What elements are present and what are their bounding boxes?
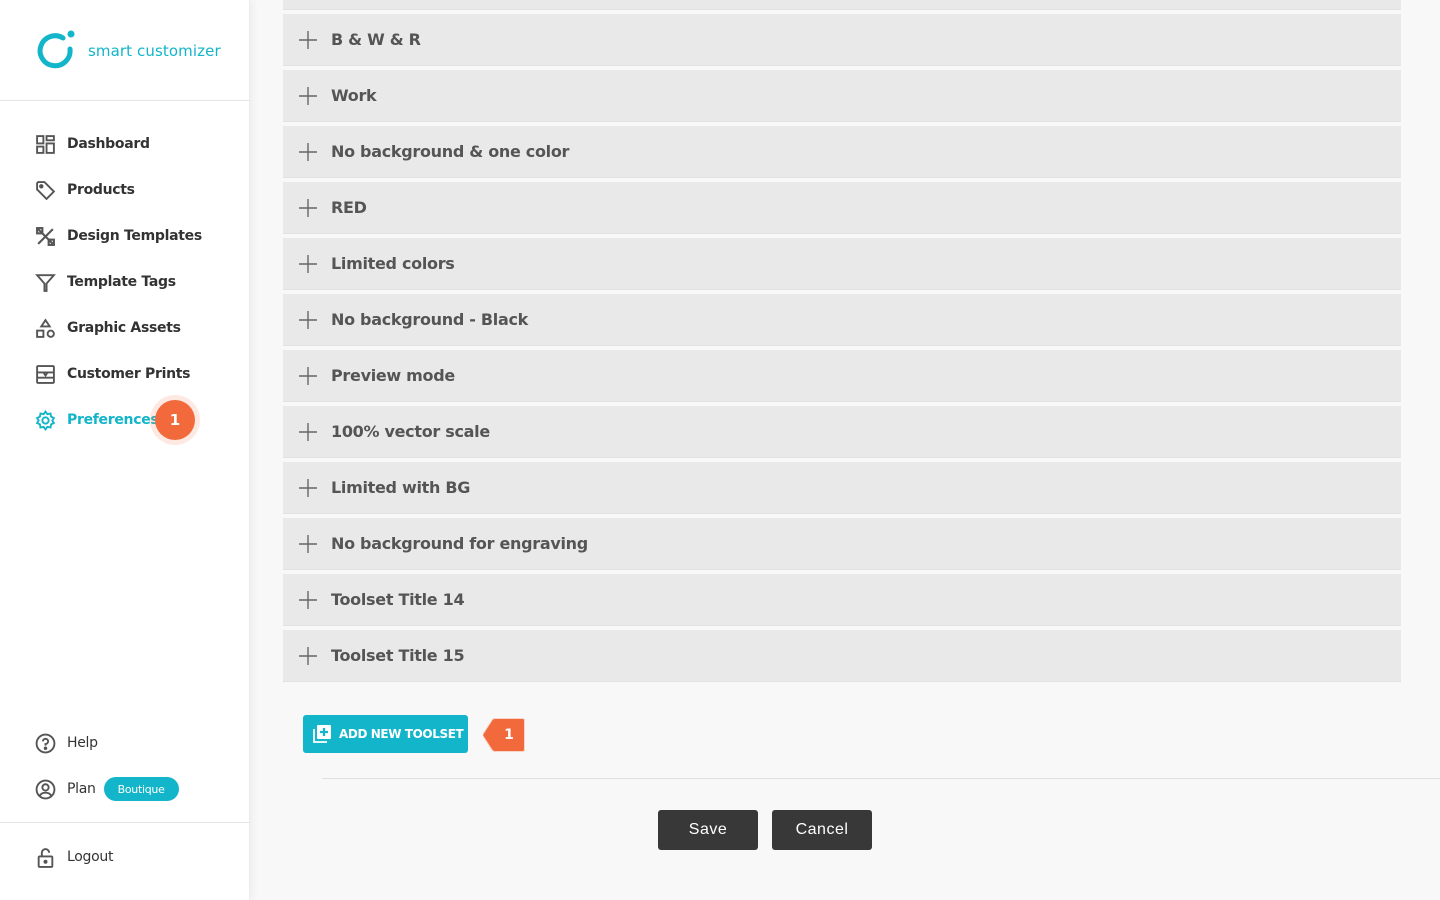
sidebar-item-label: Design Templates: [67, 228, 202, 244]
toolset-title: No background - Black: [331, 310, 528, 329]
sidebar-item-label: Graphic Assets: [67, 320, 181, 336]
add-new-toolset-button[interactable]: ADD NEW TOOLSET: [303, 715, 468, 753]
user-circle-icon: [34, 778, 56, 800]
dashboard-icon: [34, 133, 56, 155]
toolset-title: No background & one color: [331, 142, 570, 161]
toolset-row[interactable]: No background for engraving: [283, 518, 1401, 570]
sidebar-item-plan[interactable]: Plan Boutique: [34, 777, 179, 801]
sidebar-item-products[interactable]: Products: [34, 178, 135, 202]
sidebar-item-preferences[interactable]: Preferences: [34, 408, 159, 432]
brand-name: smart customizer: [88, 42, 221, 60]
sidebar-divider: [0, 100, 250, 101]
toolset-title: Toolset Title 14: [331, 590, 465, 609]
sidebar-item-dashboard[interactable]: Dashboard: [34, 132, 150, 156]
toolset-row[interactable]: RED: [283, 182, 1401, 234]
toolset-row[interactable]: Toolset Title 14: [283, 574, 1401, 626]
help-icon: [34, 732, 56, 754]
main-content: B & W & R Work No background & one color RE…: [250, 0, 1440, 900]
sidebar-item-help[interactable]: Help: [34, 731, 98, 755]
toolset-row[interactable]: No background & one color: [283, 126, 1401, 178]
expand-plus-icon[interactable]: [298, 590, 318, 610]
toolset-title: B & W & R: [331, 30, 421, 49]
design-tools-icon: [34, 225, 56, 247]
toolset-title: Work: [331, 86, 377, 105]
sidebar-item-label: Dashboard: [67, 136, 150, 152]
expand-plus-icon[interactable]: [298, 310, 318, 330]
filter-icon: [34, 271, 56, 293]
expand-plus-icon[interactable]: [298, 86, 318, 106]
sidebar-item-label: Preferences: [67, 412, 159, 428]
sidebar-item-label: Customer Prints: [67, 366, 191, 382]
tag-icon: [34, 179, 56, 201]
toolset-title: 100% vector scale: [331, 422, 490, 441]
toolset-row[interactable]: Limited colors: [283, 238, 1401, 290]
cancel-button[interactable]: Cancel: [772, 810, 872, 850]
expand-plus-icon[interactable]: [298, 198, 318, 218]
preferences-step-badge[interactable]: 1: [155, 400, 195, 440]
toolset-row[interactable]: B & W & R: [283, 14, 1401, 66]
toolset-row[interactable]: 100% vector scale: [283, 406, 1401, 458]
sidebar-item-customer-prints[interactable]: Customer Prints: [34, 362, 191, 386]
toolset-title: RED: [331, 198, 367, 217]
shapes-icon: [34, 317, 56, 339]
toolset-title: Preview mode: [331, 366, 455, 385]
expand-plus-icon[interactable]: [298, 366, 318, 386]
toolset-row[interactable]: Preview mode: [283, 350, 1401, 402]
toolset-title: Limited colors: [331, 254, 455, 273]
expand-plus-icon[interactable]: [298, 254, 318, 274]
plan-badge: Boutique: [103, 777, 179, 801]
toolset-row[interactable]: Limited with BG: [283, 462, 1401, 514]
sidebar-item-label: Template Tags: [67, 274, 176, 290]
brand-logo[interactable]: smart customizer: [36, 30, 221, 72]
expand-plus-icon[interactable]: [298, 422, 318, 442]
toolset-row-partial[interactable]: [283, 0, 1401, 10]
toolset-title: No background for engraving: [331, 534, 588, 553]
logo-icon: [37, 30, 75, 69]
add-copy-icon: [312, 724, 332, 744]
sidebar-item-label: Plan: [67, 781, 96, 797]
sidebar-item-template-tags[interactable]: Template Tags: [34, 270, 176, 294]
expand-plus-icon[interactable]: [298, 142, 318, 162]
toolset-row[interactable]: Toolset Title 15: [283, 630, 1401, 682]
sidebar-item-design-templates[interactable]: Design Templates: [34, 224, 202, 248]
sidebar-item-label: Products: [67, 182, 135, 198]
lock-icon: [34, 846, 56, 868]
sidebar-item-label: Help: [67, 735, 98, 751]
expand-plus-icon[interactable]: [298, 30, 318, 50]
sidebar-item-logout[interactable]: Logout: [34, 845, 113, 869]
toolset-title: Limited with BG: [331, 478, 471, 497]
toolset-row[interactable]: Work: [283, 70, 1401, 122]
gear-icon: [34, 409, 56, 431]
sidebar-item-label: Logout: [67, 849, 114, 865]
add-new-toolset-label: ADD NEW TOOLSET: [339, 727, 464, 741]
footer-divider: [322, 778, 1440, 779]
add-toolset-step-badge[interactable]: 1: [483, 718, 525, 752]
expand-plus-icon[interactable]: [298, 478, 318, 498]
sidebar-divider: [0, 822, 250, 823]
toolset-title: Toolset Title 15: [331, 646, 465, 665]
save-button[interactable]: Save: [658, 810, 758, 850]
sidebar: smart customizer Dashboard Products Desi…: [0, 0, 250, 900]
expand-plus-icon[interactable]: [298, 534, 318, 554]
prints-icon: [34, 363, 56, 385]
sidebar-item-graphic-assets[interactable]: Graphic Assets: [34, 316, 181, 340]
expand-plus-icon[interactable]: [298, 646, 318, 666]
toolset-row[interactable]: No background - Black: [283, 294, 1401, 346]
